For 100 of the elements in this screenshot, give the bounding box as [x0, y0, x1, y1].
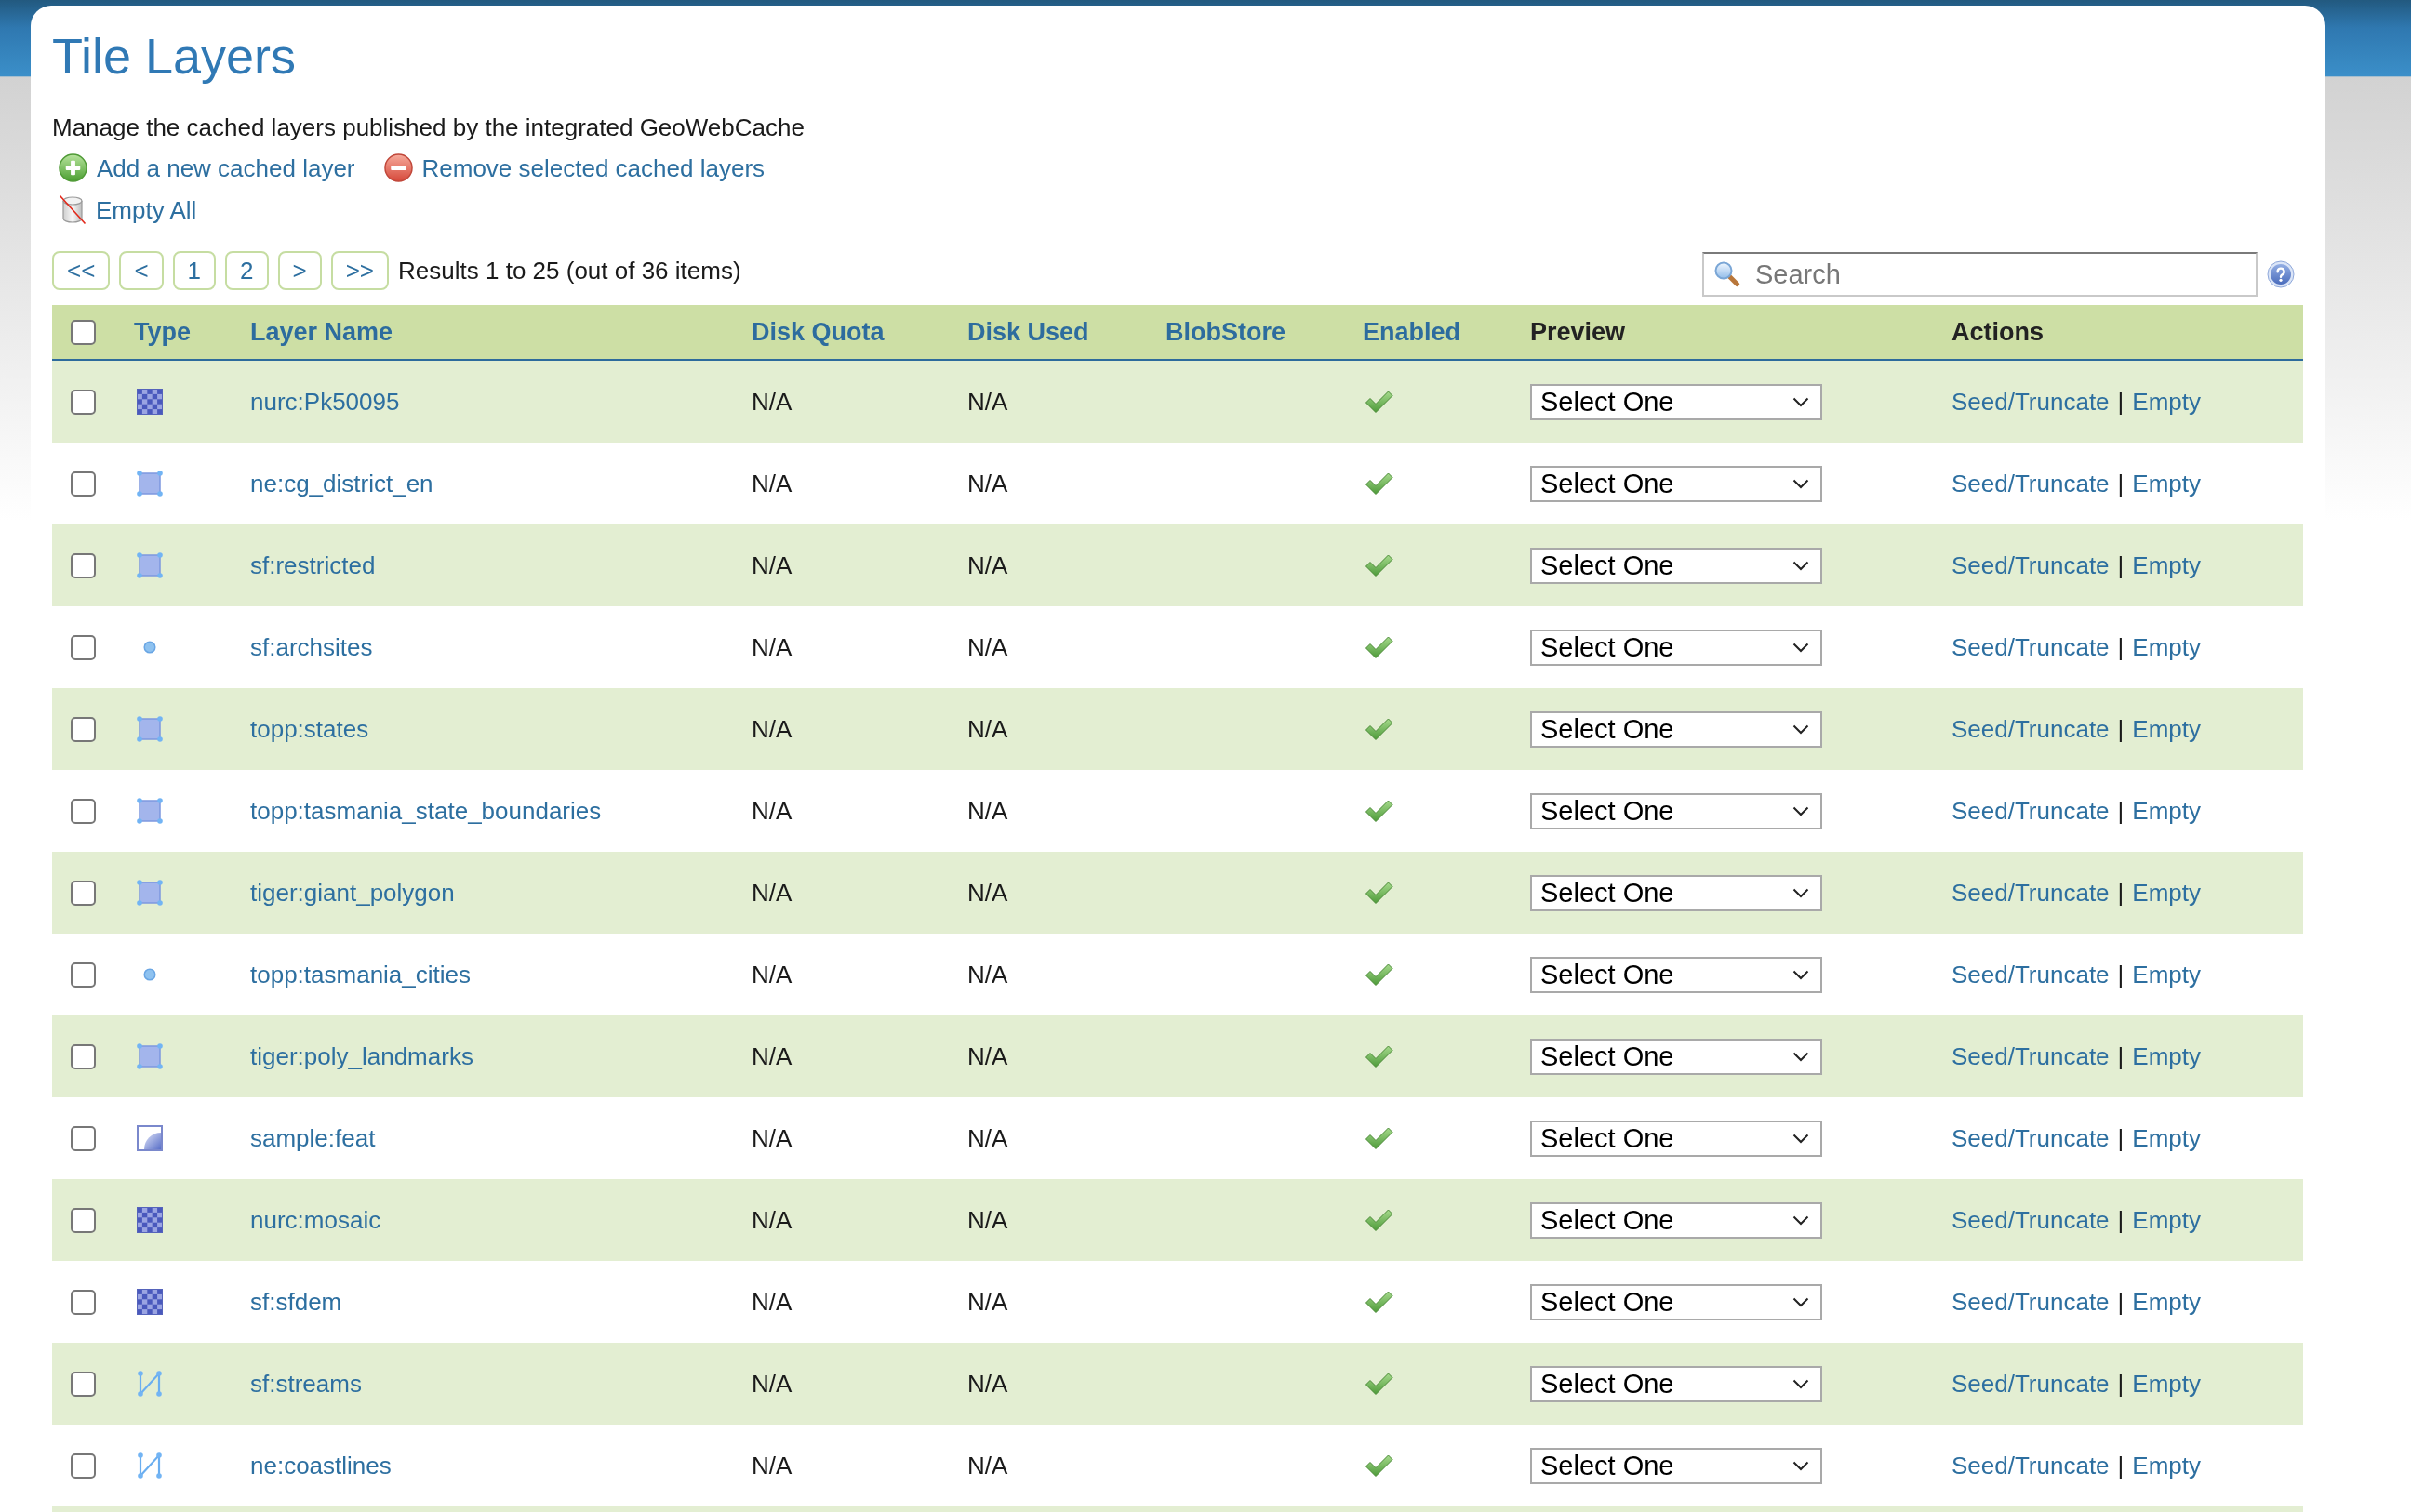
table-cell-text: N/A — [966, 1122, 1009, 1154]
empty-link[interactable]: Empty — [2132, 713, 2202, 745]
empty-link[interactable]: Empty — [2132, 631, 2202, 663]
page-button[interactable]: < — [119, 251, 164, 290]
preview-select[interactable]: Select One — [1530, 629, 1822, 666]
seed-truncate-link[interactable]: Seed/Truncate — [1951, 386, 2110, 418]
preview-select[interactable]: Select One — [1530, 1201, 1822, 1239]
seed-truncate-link[interactable]: Seed/Truncate — [1951, 1368, 2110, 1399]
column-header[interactable]: Type — [121, 316, 237, 348]
preview-select[interactable]: Select One — [1530, 465, 1822, 502]
preview-select[interactable]: Select One — [1530, 1447, 1822, 1484]
table-cell-text: N/A — [751, 550, 793, 581]
row-checkbox[interactable] — [71, 389, 96, 415]
layer-name-link[interactable]: tiger:poly_landmarks — [250, 1041, 473, 1072]
empty-link[interactable]: Empty — [2132, 959, 2202, 990]
seed-truncate-link[interactable]: Seed/Truncate — [1951, 1041, 2110, 1072]
empty-link[interactable]: Empty — [2132, 468, 2202, 499]
empty-link[interactable]: Empty — [2132, 795, 2202, 827]
seed-truncate-link[interactable]: Seed/Truncate — [1951, 1450, 2110, 1481]
preview-select[interactable]: Select One — [1530, 956, 1822, 993]
seed-truncate-link[interactable]: Seed/Truncate — [1951, 1286, 2110, 1318]
chevron-down-icon — [1792, 1051, 1809, 1062]
empty-link[interactable]: Empty — [2132, 1204, 2202, 1236]
layer-name-link[interactable]: sample:feat — [250, 1122, 376, 1154]
empty-link[interactable]: Empty — [2132, 1286, 2202, 1318]
row-checkbox[interactable] — [71, 1452, 96, 1479]
layer-name-link[interactable]: topp:tasmania_cities — [250, 959, 472, 990]
preview-select[interactable]: Select One — [1530, 1283, 1822, 1320]
layer-name-link[interactable]: sf:streams — [250, 1368, 362, 1399]
layer-name-link[interactable]: ne:coastlines — [250, 1450, 392, 1481]
add-layer-link[interactable]: Add a new cached layer — [59, 152, 355, 184]
column-header[interactable]: Enabled — [1350, 316, 1517, 348]
remove-layers-link[interactable]: Remove selected cached layers — [383, 152, 766, 184]
row-checkbox[interactable] — [71, 716, 96, 742]
layer-name-link[interactable]: nurc:Pk50095 — [250, 386, 400, 418]
preview-select[interactable]: Select One — [1530, 547, 1822, 584]
row-checkbox[interactable] — [71, 1289, 96, 1315]
row-checkbox[interactable] — [71, 471, 96, 497]
preview-select[interactable]: Select One — [1530, 792, 1822, 829]
table-cell-text: N/A — [966, 468, 1009, 499]
row-checkbox[interactable] — [71, 962, 96, 988]
preview-select[interactable]: Select One — [1530, 1120, 1822, 1157]
row-checkbox[interactable] — [71, 1207, 96, 1233]
seed-truncate-link[interactable]: Seed/Truncate — [1951, 550, 2110, 581]
seed-truncate-link[interactable]: Seed/Truncate — [1951, 959, 2110, 990]
empty-link[interactable]: Empty — [2132, 877, 2202, 909]
layer-name-link[interactable]: nurc:mosaic — [250, 1204, 381, 1236]
layer-name-link[interactable]: tiger:giant_polygon — [250, 877, 455, 909]
empty-link[interactable]: Empty — [2132, 1450, 2202, 1481]
column-header[interactable]: Disk Quota — [739, 316, 954, 348]
polygon-icon — [137, 716, 163, 742]
seed-truncate-link[interactable]: Seed/Truncate — [1951, 713, 2110, 745]
seed-truncate-link[interactable]: Seed/Truncate — [1951, 795, 2110, 827]
empty-link[interactable]: Empty — [2132, 1041, 2202, 1072]
row-checkbox[interactable] — [71, 1125, 96, 1151]
preview-select[interactable]: Select One — [1530, 383, 1822, 420]
table-cell-text: N/A — [751, 1204, 793, 1236]
layer-name-link[interactable]: ne:cg_district_en — [250, 468, 433, 499]
preview-select[interactable]: Select One — [1530, 1038, 1822, 1075]
row-checkbox[interactable] — [71, 798, 96, 824]
preview-select[interactable]: Select One — [1530, 874, 1822, 911]
seed-truncate-link[interactable]: Seed/Truncate — [1951, 468, 2110, 499]
column-header[interactable]: BlobStore — [1152, 316, 1350, 348]
empty-link[interactable]: Empty — [2132, 386, 2202, 418]
preview-select[interactable]: Select One — [1530, 710, 1822, 748]
preview-select[interactable]: Select One — [1530, 1365, 1822, 1402]
column-header[interactable]: Layer Name — [237, 316, 739, 348]
table-cell-text: N/A — [966, 1450, 1009, 1481]
page-button[interactable]: > — [277, 251, 322, 290]
row-checkbox[interactable] — [71, 1043, 96, 1069]
layer-name-link[interactable]: sf:archsites — [250, 631, 373, 663]
empty-link[interactable]: Empty — [2132, 550, 2202, 581]
empty-link[interactable]: Empty — [2132, 1368, 2202, 1399]
page-button[interactable]: << — [52, 251, 111, 290]
layer-name-link[interactable]: sf:sfdem — [250, 1286, 342, 1318]
column-header[interactable]: Disk Used — [954, 316, 1152, 348]
row-checkbox[interactable] — [71, 634, 96, 660]
row-checkbox[interactable] — [71, 880, 96, 906]
chevron-down-icon — [1792, 1296, 1809, 1307]
layer-name-link[interactable]: sf:restricted — [250, 550, 376, 581]
seed-truncate-link[interactable]: Seed/Truncate — [1951, 1204, 2110, 1236]
page-button[interactable]: 1 — [172, 251, 217, 290]
layer-name-link[interactable]: topp:states — [250, 713, 369, 745]
empty-all-link[interactable]: Empty All — [59, 193, 197, 226]
select-all-checkbox[interactable] — [71, 319, 96, 345]
row-checkbox[interactable] — [71, 552, 96, 578]
page-button[interactable]: 2 — [225, 251, 269, 290]
empty-link[interactable]: Empty — [2132, 1122, 2202, 1154]
search-icon — [1713, 260, 1740, 287]
seed-truncate-link[interactable]: Seed/Truncate — [1951, 877, 2110, 909]
row-checkbox[interactable] — [71, 1371, 96, 1397]
separator-text: | — [2117, 1123, 2125, 1154]
page-button[interactable]: >> — [330, 251, 390, 290]
polyline-icon — [137, 1452, 163, 1479]
seed-truncate-link[interactable]: Seed/Truncate — [1951, 1122, 2110, 1154]
table-cell-text: N/A — [751, 713, 793, 745]
column-header: Preview — [1529, 317, 1627, 348]
layer-name-link[interactable]: topp:tasmania_state_boundaries — [250, 795, 602, 827]
search-field[interactable]: Search — [1702, 252, 2258, 297]
seed-truncate-link[interactable]: Seed/Truncate — [1951, 631, 2110, 663]
